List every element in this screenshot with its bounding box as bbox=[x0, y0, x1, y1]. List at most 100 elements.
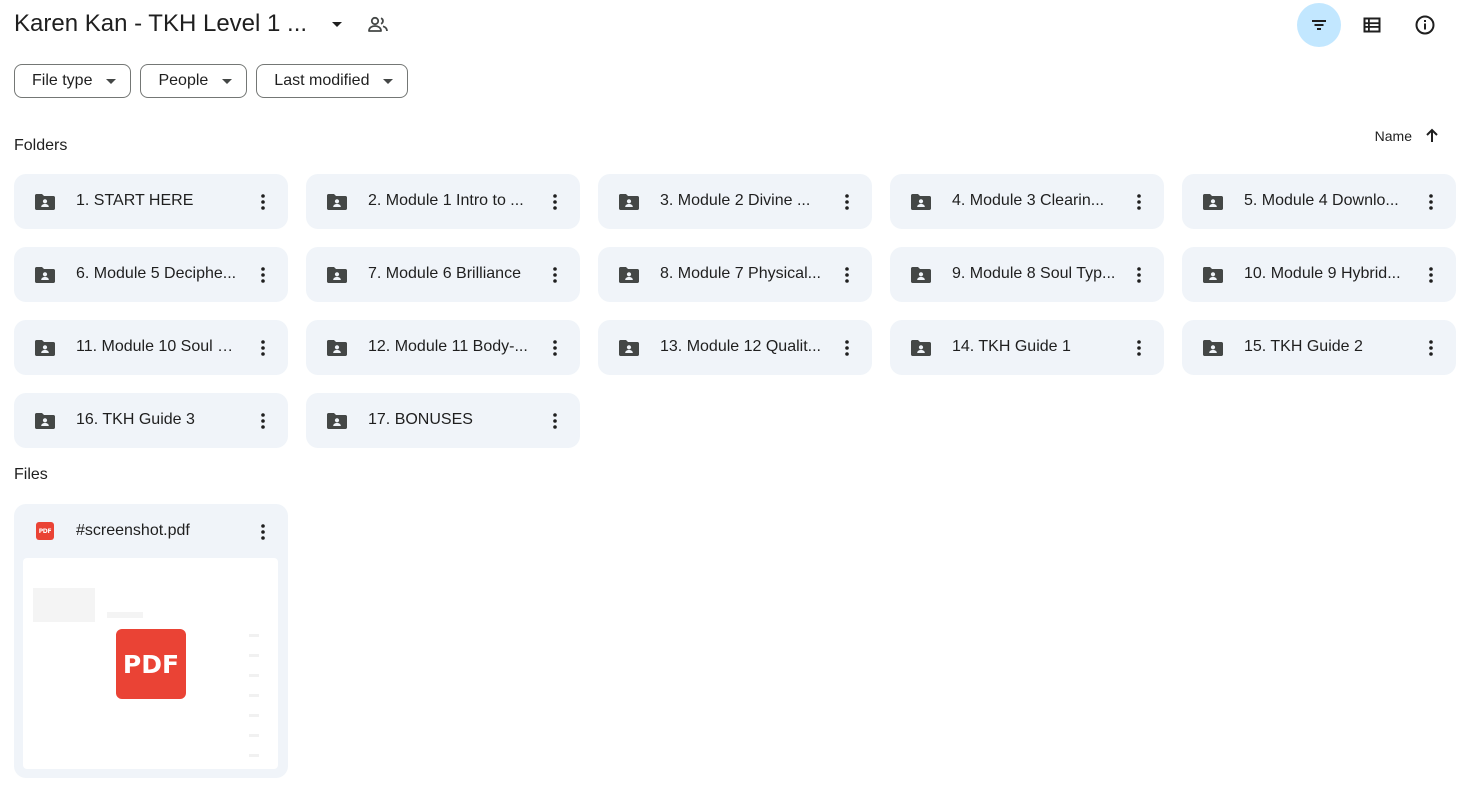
dropdown-arrow-icon[interactable] bbox=[327, 14, 347, 34]
folders-section-heading: Folders bbox=[14, 137, 68, 154]
more-actions-icon[interactable] bbox=[836, 262, 858, 288]
folder-name: 13. Module 12 Qualit... bbox=[660, 338, 821, 355]
folder-card[interactable]: 2. Module 1 Intro to ... bbox=[306, 174, 580, 229]
more-actions-icon[interactable] bbox=[252, 189, 274, 215]
file-thumbnail[interactable]: PDF bbox=[23, 558, 278, 769]
folder-card[interactable]: 5. Module 4 Downlo... bbox=[1182, 174, 1456, 229]
files-section-heading: Files bbox=[14, 466, 48, 483]
more-actions-icon[interactable] bbox=[836, 335, 858, 361]
folder-card[interactable]: 17. BONUSES bbox=[306, 393, 580, 448]
more-actions-icon[interactable] bbox=[252, 408, 274, 434]
shared-folder-icon bbox=[1201, 190, 1225, 214]
more-actions-icon[interactable] bbox=[544, 335, 566, 361]
folder-card[interactable]: 8. Module 7 Physical... bbox=[598, 247, 872, 302]
sort-by-name-button[interactable]: Name bbox=[1375, 128, 1440, 144]
folder-card[interactable]: 6. Module 5 Deciphe... bbox=[14, 247, 288, 302]
shared-folder-icon bbox=[617, 336, 641, 360]
shared-folder-icon bbox=[325, 263, 349, 287]
folder-name: 8. Module 7 Physical... bbox=[660, 265, 821, 282]
more-actions-icon[interactable] bbox=[1420, 335, 1442, 361]
more-actions-icon[interactable] bbox=[252, 262, 274, 288]
last-modified-filter-chip[interactable]: Last modified bbox=[256, 64, 409, 98]
toolbar-header: Karen Kan - TKH Level 1 ... bbox=[0, 0, 1462, 50]
shared-people-icon bbox=[368, 16, 388, 32]
list-view-button[interactable] bbox=[1350, 3, 1394, 47]
folder-card[interactable]: 16. TKH Guide 3 bbox=[14, 393, 288, 448]
chevron-down-icon bbox=[383, 78, 394, 84]
shared-folder-icon bbox=[33, 190, 57, 214]
filter-chips: File type People Last modified bbox=[14, 64, 409, 98]
folder-card[interactable]: 10. Module 9 Hybrid... bbox=[1182, 247, 1456, 302]
more-actions-icon[interactable] bbox=[836, 189, 858, 215]
more-actions-icon[interactable] bbox=[1128, 335, 1150, 361]
file-type-filter-chip[interactable]: File type bbox=[14, 64, 132, 98]
chip-label: People bbox=[158, 72, 209, 89]
more-actions-icon[interactable] bbox=[252, 519, 274, 545]
more-actions-icon[interactable] bbox=[1128, 262, 1150, 288]
more-actions-icon[interactable] bbox=[544, 262, 566, 288]
shared-folder-icon bbox=[1201, 336, 1225, 360]
shared-folder-icon bbox=[909, 190, 933, 214]
folder-card[interactable]: 1. START HERE bbox=[14, 174, 288, 229]
more-actions-icon[interactable] bbox=[1420, 189, 1442, 215]
folder-card[interactable]: 13. Module 12 Qualit... bbox=[598, 320, 872, 375]
folder-card[interactable]: 14. TKH Guide 1 bbox=[890, 320, 1164, 375]
more-actions-icon[interactable] bbox=[1420, 262, 1442, 288]
shared-folder-icon bbox=[1201, 263, 1225, 287]
pdf-file-icon: PDF bbox=[36, 522, 54, 540]
shared-folder-icon bbox=[325, 409, 349, 433]
folder-card[interactable]: 7. Module 6 Brilliance bbox=[306, 247, 580, 302]
folder-name: 7. Module 6 Brilliance bbox=[368, 265, 521, 282]
chip-label: Last modified bbox=[274, 72, 370, 89]
folder-card[interactable]: 3. Module 2 Divine ... bbox=[598, 174, 872, 229]
chevron-down-icon bbox=[222, 78, 233, 84]
file-card[interactable]: PDF #screenshot.pdf PDF bbox=[14, 504, 288, 778]
info-button[interactable] bbox=[1403, 3, 1447, 47]
folder-name: 9. Module 8 Soul Typ... bbox=[952, 265, 1116, 282]
folder-name: 3. Module 2 Divine ... bbox=[660, 192, 811, 209]
pdf-large-icon: PDF bbox=[116, 629, 186, 699]
people-filter-chip[interactable]: People bbox=[140, 64, 248, 98]
folder-card[interactable]: 4. Module 3 Clearin... bbox=[890, 174, 1164, 229]
folder-name: 2. Module 1 Intro to ... bbox=[368, 192, 524, 209]
folder-name: 1. START HERE bbox=[76, 192, 194, 209]
folder-card[interactable]: 12. Module 11 Body-... bbox=[306, 320, 580, 375]
more-actions-icon[interactable] bbox=[1128, 189, 1150, 215]
arrow-up-icon bbox=[1426, 128, 1438, 142]
shared-folder-icon bbox=[325, 336, 349, 360]
shared-folder-icon bbox=[325, 190, 349, 214]
sort-label: Name bbox=[1374, 128, 1412, 144]
file-name: #screenshot.pdf bbox=[76, 522, 190, 539]
chip-label: File type bbox=[32, 72, 93, 89]
folder-name: 14. TKH Guide 1 bbox=[952, 338, 1071, 355]
folder-name: 17. BONUSES bbox=[368, 411, 473, 428]
folder-name: 11. Module 10 Soul M... bbox=[76, 338, 241, 355]
shared-folder-icon bbox=[33, 336, 57, 360]
filter-icon bbox=[1312, 20, 1326, 30]
folder-name: 4. Module 3 Clearin... bbox=[952, 192, 1105, 209]
list-view-icon bbox=[1363, 17, 1381, 33]
folder-card[interactable]: 9. Module 8 Soul Typ... bbox=[890, 247, 1164, 302]
thumbnail-preview-line bbox=[107, 612, 143, 618]
info-icon bbox=[1415, 15, 1435, 35]
thumbnail-preview-column bbox=[249, 634, 259, 764]
chevron-down-icon bbox=[106, 78, 117, 84]
more-actions-icon[interactable] bbox=[544, 408, 566, 434]
folder-title[interactable]: Karen Kan - TKH Level 1 ... bbox=[14, 8, 307, 40]
filter-button[interactable] bbox=[1297, 3, 1341, 47]
shared-folder-icon bbox=[617, 263, 641, 287]
shared-folder-icon bbox=[33, 263, 57, 287]
folder-name: 5. Module 4 Downlo... bbox=[1244, 192, 1399, 209]
folder-name: 6. Module 5 Deciphe... bbox=[76, 265, 237, 282]
folder-name: 16. TKH Guide 3 bbox=[76, 411, 195, 428]
more-actions-icon[interactable] bbox=[544, 189, 566, 215]
more-actions-icon[interactable] bbox=[252, 335, 274, 361]
shared-folder-icon bbox=[909, 263, 933, 287]
thumbnail-preview-block bbox=[33, 588, 95, 622]
folder-card[interactable]: 11. Module 10 Soul M... bbox=[14, 320, 288, 375]
folder-name: 15. TKH Guide 2 bbox=[1244, 338, 1363, 355]
folder-name: 12. Module 11 Body-... bbox=[368, 338, 528, 355]
folder-card[interactable]: 15. TKH Guide 2 bbox=[1182, 320, 1456, 375]
shared-folder-icon bbox=[33, 409, 57, 433]
shared-folder-icon bbox=[617, 190, 641, 214]
